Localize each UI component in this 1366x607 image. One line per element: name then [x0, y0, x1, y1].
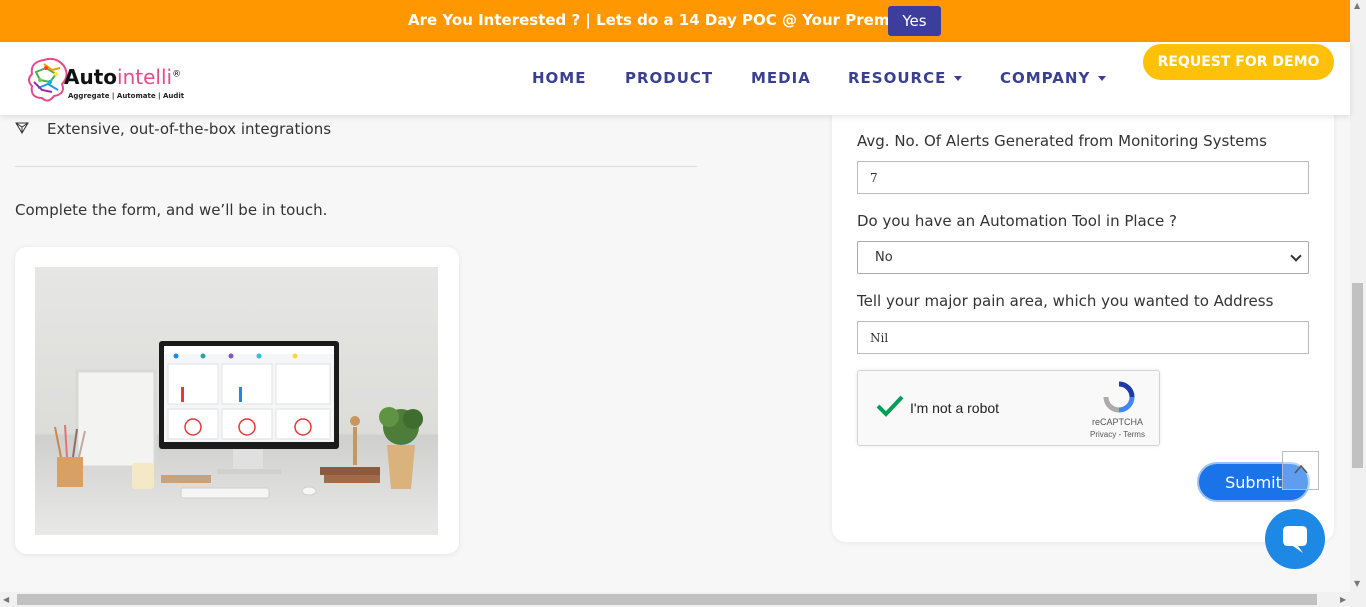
nav-media[interactable]: MEDIA: [751, 69, 811, 87]
logo-wordmark: Autointelli®: [64, 65, 182, 89]
recaptcha-logo-icon: [1103, 381, 1135, 413]
banner-yes-button[interactable]: Yes: [888, 6, 941, 36]
scroll-down-arrow-icon[interactable]: ▼: [1354, 580, 1360, 588]
automation-selected-value: No: [875, 250, 893, 265]
scroll-to-top-button[interactable]: [1282, 451, 1319, 490]
automation-select[interactable]: No: [857, 241, 1309, 274]
nav-product[interactable]: PRODUCT: [625, 69, 713, 87]
alerts-input[interactable]: [857, 161, 1309, 194]
nav-resource-label: RESOURCE: [848, 69, 947, 87]
recaptcha-widget: I'm not a robot reCAPTCHA Privacy - Term…: [857, 370, 1160, 446]
product-image-card: [15, 247, 459, 554]
chevron-down-icon: [954, 76, 963, 81]
desk-monitor-photo: [35, 267, 438, 535]
section-divider: [15, 166, 697, 167]
diamond-icon: [15, 122, 29, 134]
nav-home[interactable]: HOME: [532, 69, 586, 87]
recaptcha-brand: reCAPTCHA: [1092, 417, 1144, 427]
site-header: Autointelli® Aggregate | Automate | Audi…: [0, 42, 1350, 115]
pain-area-input[interactable]: [857, 321, 1309, 354]
captcha-label: I'm not a robot: [910, 400, 1000, 416]
chevron-down-icon: [1098, 76, 1107, 81]
scroll-left-arrow-icon[interactable]: ◀: [3, 596, 9, 604]
request-demo-button[interactable]: REQUEST FOR DEMO: [1143, 44, 1334, 80]
desk-illustration: [54, 341, 423, 499]
automation-label: Do you have an Automation Tool in Place …: [857, 212, 1177, 230]
chevron-up-icon: [1294, 464, 1308, 474]
chevron-down-icon: [1290, 250, 1302, 262]
scroll-up-arrow-icon[interactable]: ▲: [1354, 2, 1360, 10]
nav-resource[interactable]: RESOURCE: [848, 69, 963, 87]
banner-text: Are You Interested ? | Lets do a 14 Day …: [408, 11, 914, 29]
complete-form-text: Complete the form, and we’ll be in touch…: [15, 201, 328, 219]
nav-company-label: COMPANY: [1000, 69, 1091, 87]
recaptcha-privacy-terms[interactable]: Privacy - Terms: [1090, 430, 1145, 439]
logo-tagline: Aggregate | Automate | Audit: [68, 92, 185, 100]
promo-banner: Are You Interested ? | Lets do a 14 Day …: [0, 0, 1350, 42]
alerts-label: Avg. No. Of Alerts Generated from Monito…: [857, 132, 1267, 150]
checkmark-icon[interactable]: [875, 394, 905, 418]
chat-bubble-icon: [1283, 526, 1307, 553]
feature-integrations-text: Extensive, out-of-the-box integrations: [47, 120, 332, 138]
nav-company[interactable]: COMPANY: [1000, 69, 1107, 87]
scroll-right-arrow-icon[interactable]: ▶: [1340, 596, 1346, 604]
horizontal-scroll-thumb[interactable]: [17, 594, 1317, 605]
autointelli-logo[interactable]: Autointelli® Aggregate | Automate | Audi…: [26, 52, 196, 108]
chat-widget-button[interactable]: [1265, 509, 1325, 569]
vertical-scroll-thumb[interactable]: [1352, 283, 1363, 468]
pain-area-label: Tell your major pain area, which you wan…: [857, 292, 1274, 310]
